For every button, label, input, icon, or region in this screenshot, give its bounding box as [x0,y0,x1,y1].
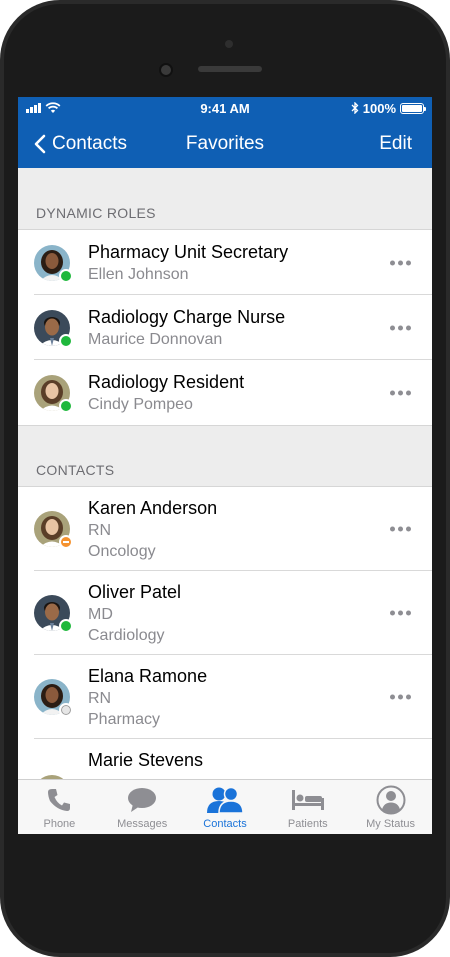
avatar [34,309,73,348]
battery-level [402,104,422,112]
presence-indicator-offline [59,703,73,717]
presence-indicator [59,619,73,633]
user-circle-icon [376,785,406,815]
role-title: Pharmacy Unit Secretary [88,241,289,262]
phone-icon [48,789,71,811]
contact-department: Cardiology [88,626,165,644]
tab-label: My Status [366,818,416,830]
contact-name: Oliver Patel [88,581,182,602]
proximity-sensor [225,40,233,48]
contact-name: Marie Stevens [88,750,204,770]
tab-label: Contacts [203,818,247,830]
contact-name: Elana Ramone [88,665,208,686]
presence-indicator-away [59,535,73,549]
back-button[interactable]: Contacts [34,133,127,155]
role-title: Radiology Charge Nurse [88,306,286,327]
tab-my-status[interactable]: My Status [349,780,432,834]
people-icon [206,786,244,814]
contact-role: RN [88,521,112,539]
contact-name: Karen Anderson [88,497,218,518]
navigation-bar: Contacts Favorites Edit [18,119,432,168]
status-bar: 9:41 AM 100% [18,97,432,119]
avatar [34,679,73,717]
tab-label: Patients [287,818,328,830]
list-item[interactable]: Radiology Resident Cindy Pompeo [18,360,432,425]
list-item[interactable]: Radiology Charge Nurse Maurice Donnovan [18,295,432,360]
list-item[interactable]: Pharmacy Unit Secretary Ellen Johnson [18,230,432,295]
avatar [34,595,73,633]
back-label: Contacts [52,132,127,154]
list-item[interactable]: Elana Ramone RN Pharmacy [18,655,432,739]
role-title: Radiology Resident [88,371,245,392]
more-options-icon[interactable] [390,694,411,700]
front-camera [159,63,173,77]
chat-bubble-icon [128,788,157,812]
presence-indicator [59,333,73,348]
presence-indicator [59,268,73,283]
phone-frame: 9:41 AM 100% Contacts Favorites Edit DYN… [0,0,450,957]
section-header-dynamic-roles: DYNAMIC ROLES [18,168,432,230]
bluetooth-icon [351,102,359,114]
avatar [34,511,73,549]
more-options-icon[interactable] [390,610,411,616]
tab-label: Messages [117,818,168,830]
tab-contacts[interactable]: Contacts [184,780,267,834]
avatar [34,244,73,283]
tab-bar: Phone Messages Contacts Patients My Stat… [18,779,432,834]
contact-department: Pharmacy [88,710,161,728]
contact-department: Oncology [88,542,156,560]
more-options-icon[interactable] [390,526,411,532]
edit-button[interactable]: Edit [379,133,412,155]
tab-messages[interactable]: Messages [101,780,184,834]
list-item[interactable]: Oliver Patel MD Cardiology [18,571,432,655]
battery-icon [400,102,426,114]
battery-percent: 100% [362,100,396,116]
role-assignee: Ellen Johnson [88,265,189,283]
dynamic-roles-list: Pharmacy Unit Secretary Ellen Johnson Ra… [18,230,432,425]
presence-indicator [59,398,73,413]
section-header-contacts: CONTACTS [18,425,432,487]
contact-role: MD [88,605,113,623]
bed-icon [291,790,324,810]
role-assignee: Maurice Donnovan [88,330,223,348]
more-options-icon[interactable] [390,260,411,265]
avatar [34,374,73,413]
tab-patients[interactable]: Patients [266,780,349,834]
signal-icon [26,103,41,113]
contacts-list: Karen Anderson RN Oncology Oliver Patel … [18,487,432,823]
earpiece-speaker [198,66,262,72]
tab-phone[interactable]: Phone [18,780,101,834]
tab-label: Phone [43,818,76,830]
wifi-icon [45,102,61,113]
more-options-icon[interactable] [390,325,411,330]
more-options-icon[interactable] [390,390,411,395]
contact-role: RN [88,689,112,707]
list-item[interactable]: Karen Anderson RN Oncology [18,487,432,571]
app-screen: 9:41 AM 100% Contacts Favorites Edit DYN… [18,97,432,834]
role-assignee: Cindy Pompeo [88,395,193,413]
chevron-left-icon [34,134,46,153]
